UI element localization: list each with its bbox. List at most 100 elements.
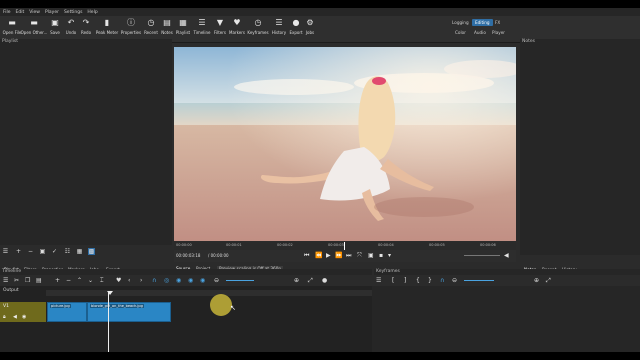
cut-icon[interactable]: ✂: [14, 277, 19, 284]
zoom-out-icon[interactable]: ⊖: [214, 277, 219, 284]
previous-marker-icon[interactable]: ‹: [128, 277, 130, 284]
video-viewer[interactable]: [174, 47, 516, 241]
track-header-v1[interactable]: V1 🔒︎ ◀ ◉: [0, 302, 46, 322]
ruler-label: 00:00:00: [176, 243, 192, 247]
seek-next-keyframe-icon[interactable]: ]: [404, 277, 406, 284]
volume-icon[interactable]: ◀: [504, 252, 509, 259]
next-marker-icon[interactable]: ›: [140, 277, 142, 284]
skip-next-icon[interactable]: ⏭: [346, 252, 351, 260]
ripple-markers-icon[interactable]: ◉: [200, 277, 205, 284]
timeline-clip[interactable]: picture.jpg: [47, 302, 87, 322]
button-label: Keyframes: [247, 30, 269, 35]
chevron-down-icon[interactable]: ▾: [388, 252, 391, 259]
icons-view-icon[interactable]: ▩: [88, 248, 95, 255]
keyframe-zoom-in-icon[interactable]: ⊕: [534, 277, 539, 284]
overwrite-icon[interactable]: ⌄: [88, 277, 93, 284]
trim-in-icon[interactable]: {: [416, 277, 420, 284]
scrub-icon[interactable]: ◎: [164, 277, 169, 284]
viewer-ruler[interactable]: 00:00:00 00:00:01 00:00:02 00:00:03 00:0…: [174, 242, 516, 250]
volume-slider[interactable]: [464, 255, 500, 256]
workspace-player[interactable]: Player: [492, 30, 505, 35]
play-icon[interactable]: ▶: [326, 252, 331, 259]
viewer-playhead[interactable]: [344, 242, 345, 250]
menu-settings[interactable]: Settings: [64, 10, 82, 15]
record-audio-icon[interactable]: ●: [322, 277, 327, 284]
workspace-fx[interactable]: FX: [495, 20, 500, 25]
timeline-icon: ☰: [198, 18, 206, 27]
zoom-fit-icon[interactable]: ⤢: [308, 277, 313, 285]
timeline-playhead[interactable]: [108, 292, 109, 352]
zoom-slider[interactable]: [226, 280, 254, 281]
folder-other-icon: ▬: [30, 18, 38, 27]
skip-previous-icon[interactable]: ⏮: [304, 252, 309, 260]
menu-player[interactable]: Player: [45, 10, 59, 15]
menu-edit[interactable]: Edit: [16, 10, 25, 15]
timeline-ruler[interactable]: [46, 290, 372, 296]
menu-help[interactable]: Help: [87, 10, 97, 15]
output-label: Output: [3, 288, 19, 293]
ruler-label: 00:00:06: [480, 243, 496, 247]
append-icon[interactable]: +: [55, 277, 60, 284]
button-label: Jobs: [305, 30, 315, 35]
keyframes-menu-icon[interactable]: ☰: [376, 277, 381, 284]
button-label: Redo: [80, 30, 92, 35]
position-timecode[interactable]: 00:00:03:18: [176, 253, 200, 258]
grid-icon[interactable]: ▪: [379, 252, 383, 259]
timeline-clip[interactable]: blonde_girl_on_the_beach.jpg: [87, 302, 171, 322]
menu-view[interactable]: View: [29, 10, 40, 15]
ripple-icon[interactable]: ◉: [176, 277, 181, 284]
check-icon[interactable]: ✓: [51, 248, 58, 255]
clip-label: picture.jpg: [50, 304, 71, 308]
rewind-icon[interactable]: ⏪: [315, 252, 322, 259]
workspace-color[interactable]: Color: [455, 30, 466, 35]
peak-meter-icon: ▮: [104, 18, 110, 27]
keyframes-icon: ◷: [254, 18, 262, 27]
peak-meter-button[interactable]: ▮ Peak Meter: [95, 18, 119, 35]
trim-out-icon[interactable]: }: [428, 277, 432, 284]
folder-icon: ▬: [8, 18, 16, 27]
copy-icon[interactable]: ❐: [25, 277, 30, 284]
seek-previous-keyframe-icon[interactable]: [: [392, 277, 394, 284]
properties-icon: ⓘ: [127, 18, 135, 27]
tiles-view-icon[interactable]: ▦: [76, 248, 83, 255]
beach-photo: [174, 47, 516, 241]
menu-file[interactable]: File: [3, 10, 11, 15]
loop-icon[interactable]: ⤧: [357, 252, 362, 260]
jobs-button[interactable]: ⚙ Jobs: [298, 18, 322, 35]
snap-icon[interactable]: ∩: [152, 277, 156, 284]
notes-panel: [520, 45, 640, 255]
menu-bar: File Edit View Player Settings Help: [0, 8, 640, 16]
workspace-audio[interactable]: Audio: [474, 30, 486, 35]
lock-icon[interactable]: 🔒︎: [3, 314, 6, 320]
zoom-in-icon[interactable]: ⊕: [294, 277, 299, 284]
remove-icon[interactable]: −: [27, 248, 34, 255]
menu-icon[interactable]: ☰: [2, 248, 9, 255]
keyframe-zoom-out-icon[interactable]: ⊖: [452, 277, 457, 284]
paste-icon[interactable]: ▤: [36, 277, 42, 284]
add-icon[interactable]: +: [15, 248, 22, 255]
button-label: Markers: [229, 30, 245, 35]
eye-icon[interactable]: ◉: [22, 314, 26, 320]
fast-forward-icon[interactable]: ⏩: [335, 252, 342, 259]
workspace-editing[interactable]: Editing: [472, 19, 493, 26]
marker-icon[interactable]: ♥: [116, 277, 121, 284]
ruler-label: 00:00:04: [378, 243, 394, 247]
keyframes-area[interactable]: [372, 286, 640, 352]
keyframe-zoom-fit-icon[interactable]: ⤢: [546, 277, 551, 285]
keyframe-snap-icon[interactable]: ∩: [440, 277, 444, 284]
update-icon[interactable]: ▣: [39, 248, 46, 255]
details-view-icon[interactable]: ☷: [64, 248, 71, 255]
timeline-menu-icon[interactable]: ☰: [3, 277, 8, 284]
transport-bar: 00:00:03:18 / 00:00:00 ⏮ ⏪ ▶ ⏩ ⏭ ⤧ ▣ ▪ ▾…: [174, 250, 516, 262]
keyframe-zoom-slider[interactable]: [464, 280, 494, 281]
workspace-logging[interactable]: Logging: [452, 20, 469, 25]
lift-icon[interactable]: ⌃: [77, 277, 82, 284]
split-icon[interactable]: ⌶: [100, 277, 104, 285]
history-icon: ☰: [275, 18, 283, 27]
zoom-icon[interactable]: ▣: [368, 252, 374, 259]
ruler-label: 00:00:03: [328, 243, 344, 247]
redo-icon: ↷: [82, 18, 90, 27]
remove-icon[interactable]: −: [66, 277, 71, 284]
mute-icon[interactable]: ◀: [13, 314, 17, 320]
ripple-all-icon[interactable]: ◉: [188, 277, 193, 284]
